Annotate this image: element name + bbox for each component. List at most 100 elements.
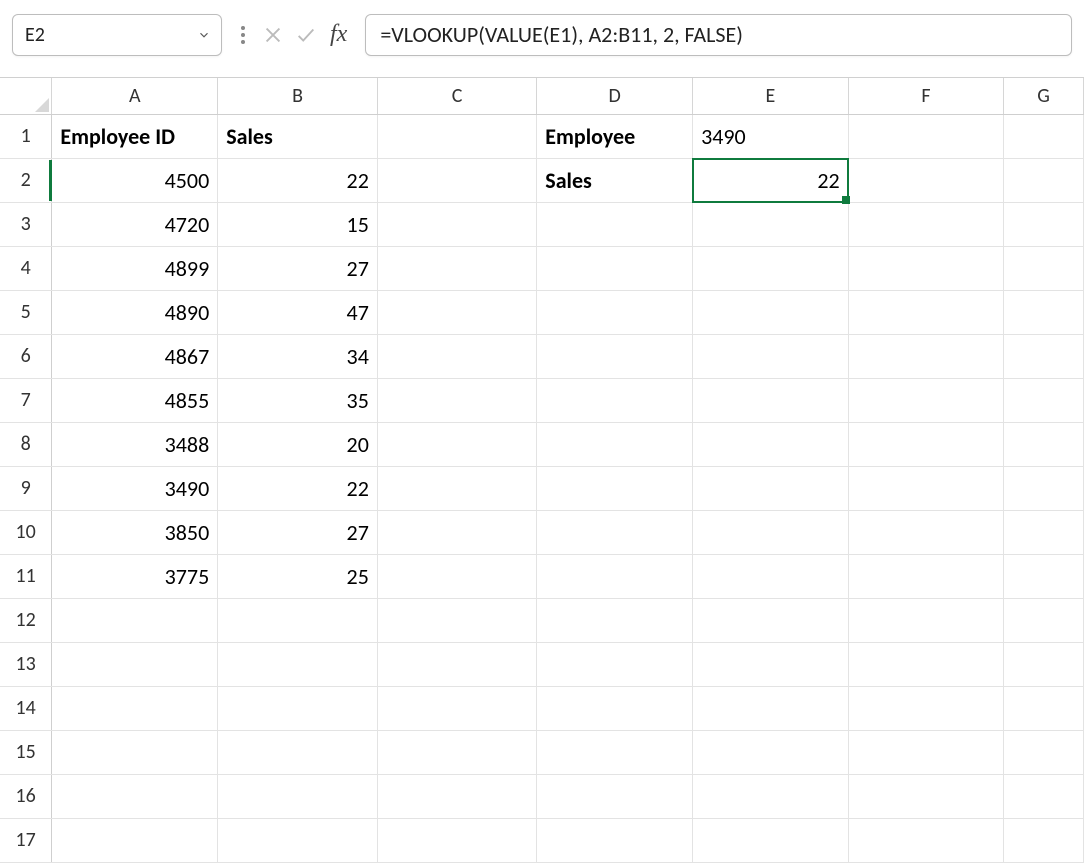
cell-A6[interactable]: 4867 (52, 334, 218, 378)
cell-C3[interactable] (377, 202, 536, 246)
cell-B16[interactable] (218, 774, 378, 818)
cell-F2[interactable] (848, 158, 1003, 202)
cell-F17[interactable] (848, 818, 1003, 862)
cell-D15[interactable] (537, 730, 693, 774)
cell-F14[interactable] (848, 686, 1003, 730)
col-header-A[interactable]: A (52, 78, 218, 114)
cell-E1[interactable]: 3490 (693, 114, 849, 158)
cell-E16[interactable] (693, 774, 849, 818)
cell-C16[interactable] (377, 774, 536, 818)
row-header[interactable]: 12 (0, 598, 52, 642)
row-header[interactable]: 11 (0, 554, 52, 598)
cell-B9[interactable]: 22 (218, 466, 378, 510)
cell-A8[interactable]: 3488 (52, 422, 218, 466)
row-header[interactable]: 16 (0, 774, 52, 818)
cell-E14[interactable] (693, 686, 849, 730)
cell-B10[interactable]: 27 (218, 510, 378, 554)
cell-F1[interactable] (848, 114, 1003, 158)
cell-D9[interactable] (537, 466, 693, 510)
cell-E12[interactable] (693, 598, 849, 642)
cell-G8[interactable] (1004, 422, 1084, 466)
enter-icon[interactable] (294, 24, 318, 46)
cell-E11[interactable] (693, 554, 849, 598)
row-header[interactable]: 13 (0, 642, 52, 686)
cell-A10[interactable]: 3850 (52, 510, 218, 554)
cell-B7[interactable]: 35 (218, 378, 378, 422)
fx-icon[interactable]: fx (328, 21, 353, 48)
cell-D13[interactable] (537, 642, 693, 686)
more-icon[interactable] (234, 23, 252, 47)
cell-C17[interactable] (377, 818, 536, 862)
cell-A15[interactable] (52, 730, 218, 774)
formula-input[interactable]: =VLOOKUP(VALUE(E1), A2:B11, 2, FALSE) (365, 14, 1072, 56)
cell-C9[interactable] (377, 466, 536, 510)
cell-E15[interactable] (693, 730, 849, 774)
name-box[interactable]: E2 (12, 14, 222, 56)
cell-G17[interactable] (1004, 818, 1084, 862)
cell-A13[interactable] (52, 642, 218, 686)
cell-E10[interactable] (693, 510, 849, 554)
cell-A14[interactable] (52, 686, 218, 730)
cell-E5[interactable] (693, 290, 849, 334)
select-all-corner[interactable] (0, 78, 52, 114)
cell-B4[interactable]: 27 (218, 246, 378, 290)
row-header[interactable]: 4 (0, 246, 52, 290)
cell-B5[interactable]: 47 (218, 290, 378, 334)
cell-F11[interactable] (848, 554, 1003, 598)
row-header[interactable]: 3 (0, 202, 52, 246)
cell-A4[interactable]: 4899 (52, 246, 218, 290)
col-header-E[interactable]: E (693, 78, 849, 114)
cell-F13[interactable] (848, 642, 1003, 686)
cell-C2[interactable] (377, 158, 536, 202)
cell-A16[interactable] (52, 774, 218, 818)
col-header-D[interactable]: D (537, 78, 693, 114)
cell-E9[interactable] (693, 466, 849, 510)
row-header[interactable]: 14 (0, 686, 52, 730)
cell-C4[interactable] (377, 246, 536, 290)
cell-E3[interactable] (693, 202, 849, 246)
cell-E7[interactable] (693, 378, 849, 422)
col-header-G[interactable]: G (1004, 78, 1084, 114)
cell-E13[interactable] (693, 642, 849, 686)
cell-D2[interactable]: Sales (537, 158, 693, 202)
cell-D6[interactable] (537, 334, 693, 378)
cell-D7[interactable] (537, 378, 693, 422)
cell-B14[interactable] (218, 686, 378, 730)
cell-B2[interactable]: 22 (218, 158, 378, 202)
cell-C8[interactable] (377, 422, 536, 466)
cell-B12[interactable] (218, 598, 378, 642)
cell-E8[interactable] (693, 422, 849, 466)
cell-D8[interactable] (537, 422, 693, 466)
cell-F15[interactable] (848, 730, 1003, 774)
cell-B1[interactable]: Sales (218, 114, 378, 158)
cell-G13[interactable] (1004, 642, 1084, 686)
cell-C13[interactable] (377, 642, 536, 686)
row-header[interactable]: 10 (0, 510, 52, 554)
cell-F12[interactable] (848, 598, 1003, 642)
cell-F8[interactable] (848, 422, 1003, 466)
cell-A9[interactable]: 3490 (52, 466, 218, 510)
cell-B8[interactable]: 20 (218, 422, 378, 466)
cell-A1[interactable]: Employee ID (52, 114, 218, 158)
cell-E17[interactable] (693, 818, 849, 862)
cell-D17[interactable] (537, 818, 693, 862)
row-header[interactable]: 6 (0, 334, 52, 378)
cancel-icon[interactable] (262, 24, 284, 46)
row-header[interactable]: 8 (0, 422, 52, 466)
cell-F6[interactable] (848, 334, 1003, 378)
cell-A3[interactable]: 4720 (52, 202, 218, 246)
cell-G14[interactable] (1004, 686, 1084, 730)
row-header[interactable]: 15 (0, 730, 52, 774)
row-header[interactable]: 17 (0, 818, 52, 862)
cell-E2[interactable]: 22 (693, 158, 849, 202)
cell-G9[interactable] (1004, 466, 1084, 510)
cell-F5[interactable] (848, 290, 1003, 334)
cell-G10[interactable] (1004, 510, 1084, 554)
spreadsheet-grid[interactable]: A B C D E F G 1Employee IDSalesEmployee3… (0, 78, 1084, 863)
cell-F3[interactable] (848, 202, 1003, 246)
cell-C12[interactable] (377, 598, 536, 642)
cell-F16[interactable] (848, 774, 1003, 818)
col-header-B[interactable]: B (218, 78, 378, 114)
cell-B6[interactable]: 34 (218, 334, 378, 378)
cell-D11[interactable] (537, 554, 693, 598)
